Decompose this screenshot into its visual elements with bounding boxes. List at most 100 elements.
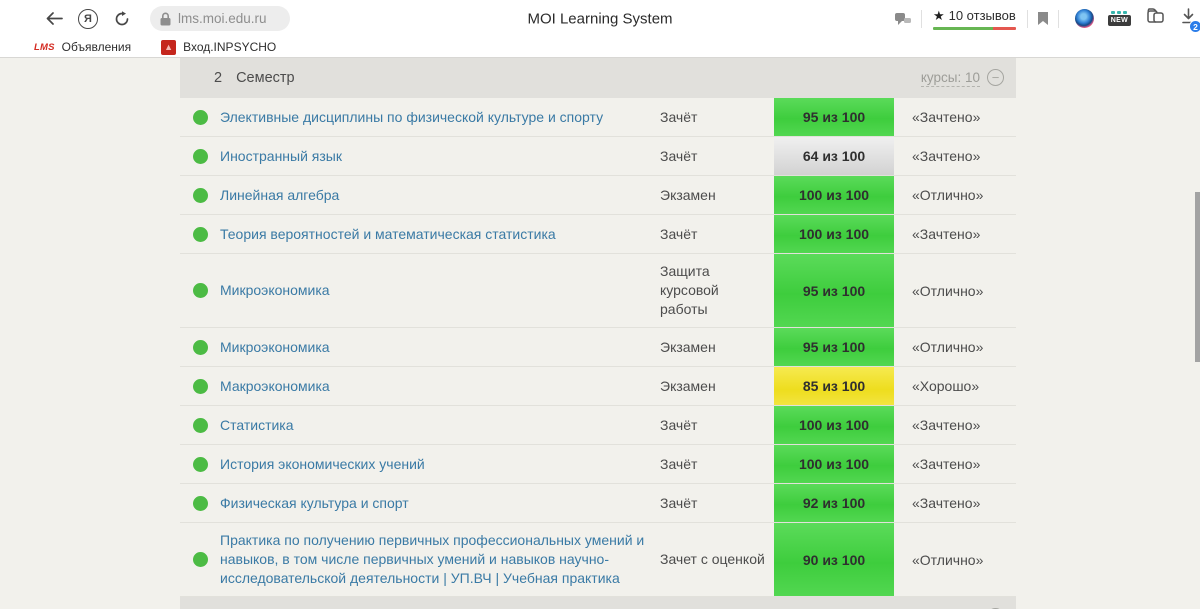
course-link[interactable]: Теория вероятностей и математическая ста… [220, 226, 556, 242]
back-arrow-icon [46, 12, 63, 25]
course-cell: Микроэкономика [220, 273, 660, 308]
grade-text: «Отлично» [894, 283, 1016, 299]
table-row: Практика по получению первичных професси… [180, 523, 1016, 597]
yandex-logo-icon: Я [78, 9, 98, 29]
score-badge: 95 из 100 [774, 254, 894, 327]
semester-3-header: 3 Семестр курсы: 10 + [180, 597, 1016, 609]
yandex-home-button[interactable]: Я [74, 5, 102, 33]
status-dot-icon [193, 227, 208, 242]
lock-icon [160, 12, 171, 26]
browser-toolbar: Я lms.moi.edu.ru MOI Learning System ★ 1… [0, 0, 1200, 37]
status-dot-icon [193, 149, 208, 164]
bookmarks-bar: LMS Объявления ▲ Вход.INPSYCHO [0, 37, 1200, 58]
course-link[interactable]: Иностранный язык [220, 148, 342, 164]
status-dot-cell [180, 379, 220, 394]
table-row: Теория вероятностей и математическая ста… [180, 215, 1016, 254]
collections-icon[interactable] [1146, 8, 1165, 29]
course-rows: Элективные дисциплины по физической куль… [180, 98, 1016, 597]
collapse-semester-icon[interactable]: − [987, 69, 1004, 86]
score-badge: 100 из 100 [774, 215, 894, 253]
status-dot-cell [180, 418, 220, 433]
semester-2-header: 2 Семестр курсы: 10 − [180, 58, 1016, 98]
course-link[interactable]: Статистика [220, 417, 294, 433]
separator [921, 10, 922, 28]
course-cell: Теория вероятностей и математическая ста… [220, 217, 660, 252]
score-badge: 95 из 100 [774, 328, 894, 366]
score-badge: 95 из 100 [774, 98, 894, 136]
course-cell: Статистика [220, 408, 660, 443]
table-row: Иностранный язык Зачёт 64 из 100 «Зачтен… [180, 137, 1016, 176]
course-cell: Иностранный язык [220, 139, 660, 174]
table-row: Статистика Зачёт 100 из 100 «Зачтено» [180, 406, 1016, 445]
star-icon: ★ [933, 8, 945, 24]
status-dot-cell [180, 188, 220, 203]
score-badge: 100 из 100 [774, 445, 894, 483]
status-dot-icon [193, 418, 208, 433]
table-row: Линейная алгебра Экзамен 100 из 100 «Отл… [180, 176, 1016, 215]
grade-text: «Зачтено» [894, 456, 1016, 472]
assessment-type: Зачет с оценкой [660, 542, 774, 577]
status-dot-icon [193, 457, 208, 472]
refresh-icon [114, 11, 130, 27]
reviews-button[interactable]: ★ 10 отзывов [933, 8, 1016, 30]
rating-bar-positive [933, 27, 993, 30]
course-link[interactable]: Элективные дисциплины по физической куль… [220, 109, 603, 125]
vertical-scrollbar-thumb[interactable] [1195, 192, 1200, 362]
table-row: Макроэкономика Экзамен 85 из 100 «Хорошо… [180, 367, 1016, 406]
course-link[interactable]: Микроэкономика [220, 339, 330, 355]
separator [1027, 10, 1028, 28]
downloads-button[interactable]: 2 [1181, 8, 1196, 29]
separator [1058, 10, 1059, 28]
protect-icon[interactable] [894, 11, 912, 27]
refresh-button[interactable] [108, 5, 136, 33]
status-dot-cell [180, 227, 220, 242]
toolbar-right-icons: ★ 10 отзывов NEW [894, 0, 1196, 37]
assessment-type: Зачёт [660, 486, 774, 521]
course-link[interactable]: Физическая культура и спорт [220, 495, 409, 511]
bookmark-icon[interactable] [1037, 11, 1049, 26]
new-badge-label: NEW [1108, 15, 1131, 26]
grade-text: «Хорошо» [894, 378, 1016, 394]
course-link[interactable]: Микроэкономика [220, 282, 330, 298]
grade-text: «Зачтено» [894, 226, 1016, 242]
status-dot-icon [193, 340, 208, 355]
grade-text: «Зачтено» [894, 148, 1016, 164]
assessment-type: Зачёт [660, 217, 774, 252]
grade-text: «Отлично» [894, 552, 1016, 568]
rating-bar-negative [993, 27, 1016, 30]
inpsycho-favicon: ▲ [161, 40, 176, 55]
assessment-type: Зачёт [660, 408, 774, 443]
grades-table: 2 Семестр курсы: 10 − Элективные дисципл… [180, 58, 1016, 609]
status-dot-icon [193, 496, 208, 511]
assessment-type: Зачёт [660, 447, 774, 482]
downloads-count-badge: 2 [1189, 20, 1200, 33]
bookmark-item-announcements[interactable]: LMS Объявления [34, 40, 131, 54]
back-button[interactable] [40, 5, 68, 33]
status-dot-icon [193, 110, 208, 125]
address-bar[interactable]: lms.moi.edu.ru [150, 6, 290, 31]
table-row: Микроэкономика Экзамен 95 из 100 «Отличн… [180, 328, 1016, 367]
url-text: lms.moi.edu.ru [178, 11, 267, 26]
course-link[interactable]: Практика по получению первичных професси… [220, 532, 644, 586]
grade-text: «Зачтено» [894, 495, 1016, 511]
status-dot-cell [180, 340, 220, 355]
status-dot-cell [180, 457, 220, 472]
extension-browser-icon[interactable] [1075, 9, 1094, 28]
status-dot-icon [193, 552, 208, 567]
course-cell: История экономических учений [220, 447, 660, 482]
course-cell: Физическая культура и спорт [220, 486, 660, 521]
grade-text: «Зачтено» [894, 417, 1016, 433]
course-cell: Элективные дисциплины по физической куль… [220, 100, 660, 135]
status-dot-cell [180, 110, 220, 125]
status-dot-icon [193, 379, 208, 394]
course-link[interactable]: Макроэкономика [220, 378, 330, 394]
course-link[interactable]: История экономических учений [220, 456, 425, 472]
status-dot-cell [180, 552, 220, 567]
assessment-type: Экзамен [660, 178, 774, 213]
new-features-icon[interactable]: NEW [1108, 11, 1131, 26]
course-link[interactable]: Линейная алгебра [220, 187, 339, 203]
bookmark-item-inpsycho[interactable]: ▲ Вход.INPSYCHO [161, 40, 276, 55]
page-title: MOI Learning System [527, 10, 672, 27]
assessment-type: Экзамен [660, 330, 774, 365]
courses-count-link[interactable]: курсы: 10 [921, 69, 980, 88]
